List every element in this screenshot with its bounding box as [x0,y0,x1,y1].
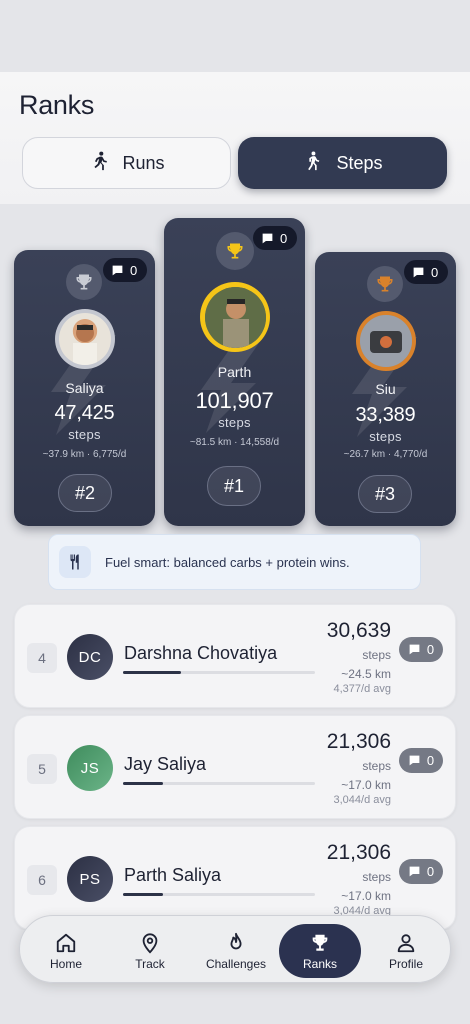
home-icon [56,933,76,952]
player-name: Parth Saliya [124,865,222,885]
tab-runs-label: Runs [122,152,165,173]
distance-summary: ~37.9 km · 6,775/d [42,449,127,460]
podium-card-3[interactable]: 0 Siu 33,389 steps ~26.7 km · 4,770/d #3 [315,252,456,526]
comment-icon [413,267,424,277]
comment-button[interactable]: 0 [399,637,443,662]
tip-text: Fuel smart: balanced carbs + protein win… [105,554,350,570]
nav-track[interactable]: Track [118,924,182,978]
step-count: 21,306 [326,730,391,753]
comment-icon [409,755,420,766]
nav-challenges[interactable]: Challenges [198,924,274,978]
avatar [55,309,115,369]
step-unit: steps [218,415,251,430]
progress-bar [123,671,315,674]
nav-home[interactable]: Home [34,924,98,978]
comment-icon [262,233,273,243]
step-count: 47,425 [54,402,115,424]
tab-steps-label: Steps [336,152,383,173]
distance: ~17.0 km [341,778,391,792]
walker-icon [302,150,324,177]
rank-number: 6 [27,865,57,895]
step-count: 101,907 [195,388,274,413]
tab-runs[interactable]: Runs [22,137,231,189]
rank-badge: #1 [207,466,261,506]
step-count: 21,306 [326,841,391,864]
runner-icon [88,150,110,177]
bottom-nav: Home Track Challenges Ranks Profile [19,915,451,983]
daily-average: 4,377/d avg [333,683,392,695]
page-title: Ranks [19,90,95,120]
rank-number: 4 [27,643,57,673]
trophy-icon [312,934,328,951]
distance: ~24.5 km [341,667,391,681]
rank-number: 5 [27,754,57,784]
podium-card-2[interactable]: 0 Saliya 47,425 steps ~37.9 km · 6,775/d… [14,250,155,526]
comment-button[interactable]: 0 [399,859,443,884]
player-name: Siu [375,381,396,397]
status-area [0,0,470,72]
step-count: 33,389 [355,404,416,426]
player-name: Darshna Chovatiya [124,643,278,663]
avatar: DC [67,634,113,680]
avatar [356,311,416,371]
rank-badge: #2 [58,474,112,512]
distance-summary: ~81.5 km · 14,558/d [189,437,280,448]
progress-bar [123,893,315,896]
player-name: Saliya [65,380,104,396]
step-unit: steps [369,429,402,444]
avatar [200,282,270,352]
daily-average: 3,044/d avg [333,794,392,806]
step-unit: steps [362,648,391,662]
trophy-icon [377,276,393,292]
distance-summary: ~26.7 km · 4,770/d [343,449,428,460]
trophy-badge [367,266,403,302]
location-pin-icon [142,932,158,953]
tab-steps[interactable]: Steps [238,137,447,189]
step-unit: steps [362,759,391,773]
player-name: Parth [217,364,252,380]
avatar: JS [67,745,113,791]
nav-profile[interactable]: Profile [374,924,438,978]
progress-bar [123,782,315,785]
trophy-badge [216,232,254,270]
rank-badge: #3 [358,475,412,513]
progress-fill [123,671,181,674]
comment-button[interactable]: 0 [253,226,297,250]
step-unit: steps [362,870,391,884]
trophy-badge [66,264,102,300]
podium-card-1[interactable]: 0 Parth 101,907 steps ~81.5 km · 14,558/… [164,218,305,526]
person-icon [397,933,415,952]
comment-button[interactable]: 0 [404,260,448,284]
trophy-icon [76,274,92,290]
nav-ranks[interactable]: Ranks [279,924,361,978]
fork-knife-icon [59,546,91,578]
comment-icon [409,644,420,655]
progress-fill [123,782,164,785]
trophy-icon [227,243,243,259]
step-unit: steps [68,427,101,442]
step-count: 30,639 [326,619,391,642]
leaderboard-row[interactable]: 5 JS Jay Saliya 21,306 steps ~17.0 km 3,… [14,715,456,819]
avatar: PS [67,856,113,902]
progress-fill [123,893,164,896]
comment-icon [409,866,420,877]
flame-icon [230,932,242,949]
player-name: Jay Saliya [124,754,207,774]
comment-icon [112,265,123,275]
leaderboard-row[interactable]: 4 DC Darshna Chovatiya 30,639 steps ~24.… [14,604,456,708]
comment-button[interactable]: 0 [399,748,443,773]
comment-button[interactable]: 0 [103,258,147,282]
distance: ~17.0 km [341,889,391,903]
tip-banner: Fuel smart: balanced carbs + protein win… [48,534,421,590]
